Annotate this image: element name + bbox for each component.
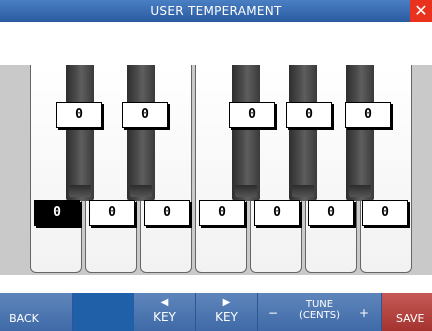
- title-bar: USER TEMPERAMENT: [0, 0, 432, 22]
- window-title: USER TEMPERAMENT: [150, 4, 282, 18]
- black-key-f-sharp[interactable]: [232, 65, 260, 201]
- save-button[interactable]: SAVE: [382, 293, 432, 331]
- black-key-c-sharp[interactable]: [66, 65, 94, 201]
- black-key-value-f-sharp[interactable]: 0: [229, 102, 275, 128]
- white-key-value-g[interactable]: 0: [254, 200, 300, 226]
- black-key-value-a-sharp[interactable]: 0: [345, 102, 391, 128]
- white-key-value-c[interactable]: 0: [34, 200, 80, 226]
- left-arrow-icon: ◀: [160, 297, 169, 308]
- white-key-value-d[interactable]: 0: [89, 200, 135, 226]
- save-label: SAVE: [396, 312, 425, 325]
- black-key-value-d-sharp[interactable]: 0: [122, 102, 168, 128]
- close-icon[interactable]: ✕: [410, 0, 432, 22]
- key-prev-button[interactable]: ◀ KEY: [134, 293, 196, 331]
- black-key-value-c-sharp[interactable]: 0: [56, 102, 102, 128]
- white-key-value-e[interactable]: 0: [144, 200, 190, 226]
- key-next-button[interactable]: ▶ KEY: [196, 293, 258, 331]
- white-key-value-f[interactable]: 0: [199, 200, 245, 226]
- right-arrow-icon: ▶: [222, 297, 231, 308]
- white-key-value-b[interactable]: 0: [362, 200, 408, 226]
- black-key-value-g-sharp[interactable]: 0: [286, 102, 332, 128]
- tune-cents-control[interactable]: − TUNE (CENTS) +: [258, 293, 382, 331]
- key-next-label: KEY: [215, 310, 238, 324]
- black-key-a-sharp[interactable]: [346, 65, 374, 201]
- white-key-value-a[interactable]: 0: [308, 200, 354, 226]
- keyboard: [30, 65, 413, 275]
- back-label: BACK: [9, 312, 39, 325]
- back-button[interactable]: BACK: [0, 293, 73, 331]
- black-key-d-sharp[interactable]: [127, 65, 155, 201]
- black-key-g-sharp[interactable]: [289, 65, 317, 201]
- key-prev-label: KEY: [153, 310, 176, 324]
- tune-plus-button[interactable]: +: [359, 306, 369, 320]
